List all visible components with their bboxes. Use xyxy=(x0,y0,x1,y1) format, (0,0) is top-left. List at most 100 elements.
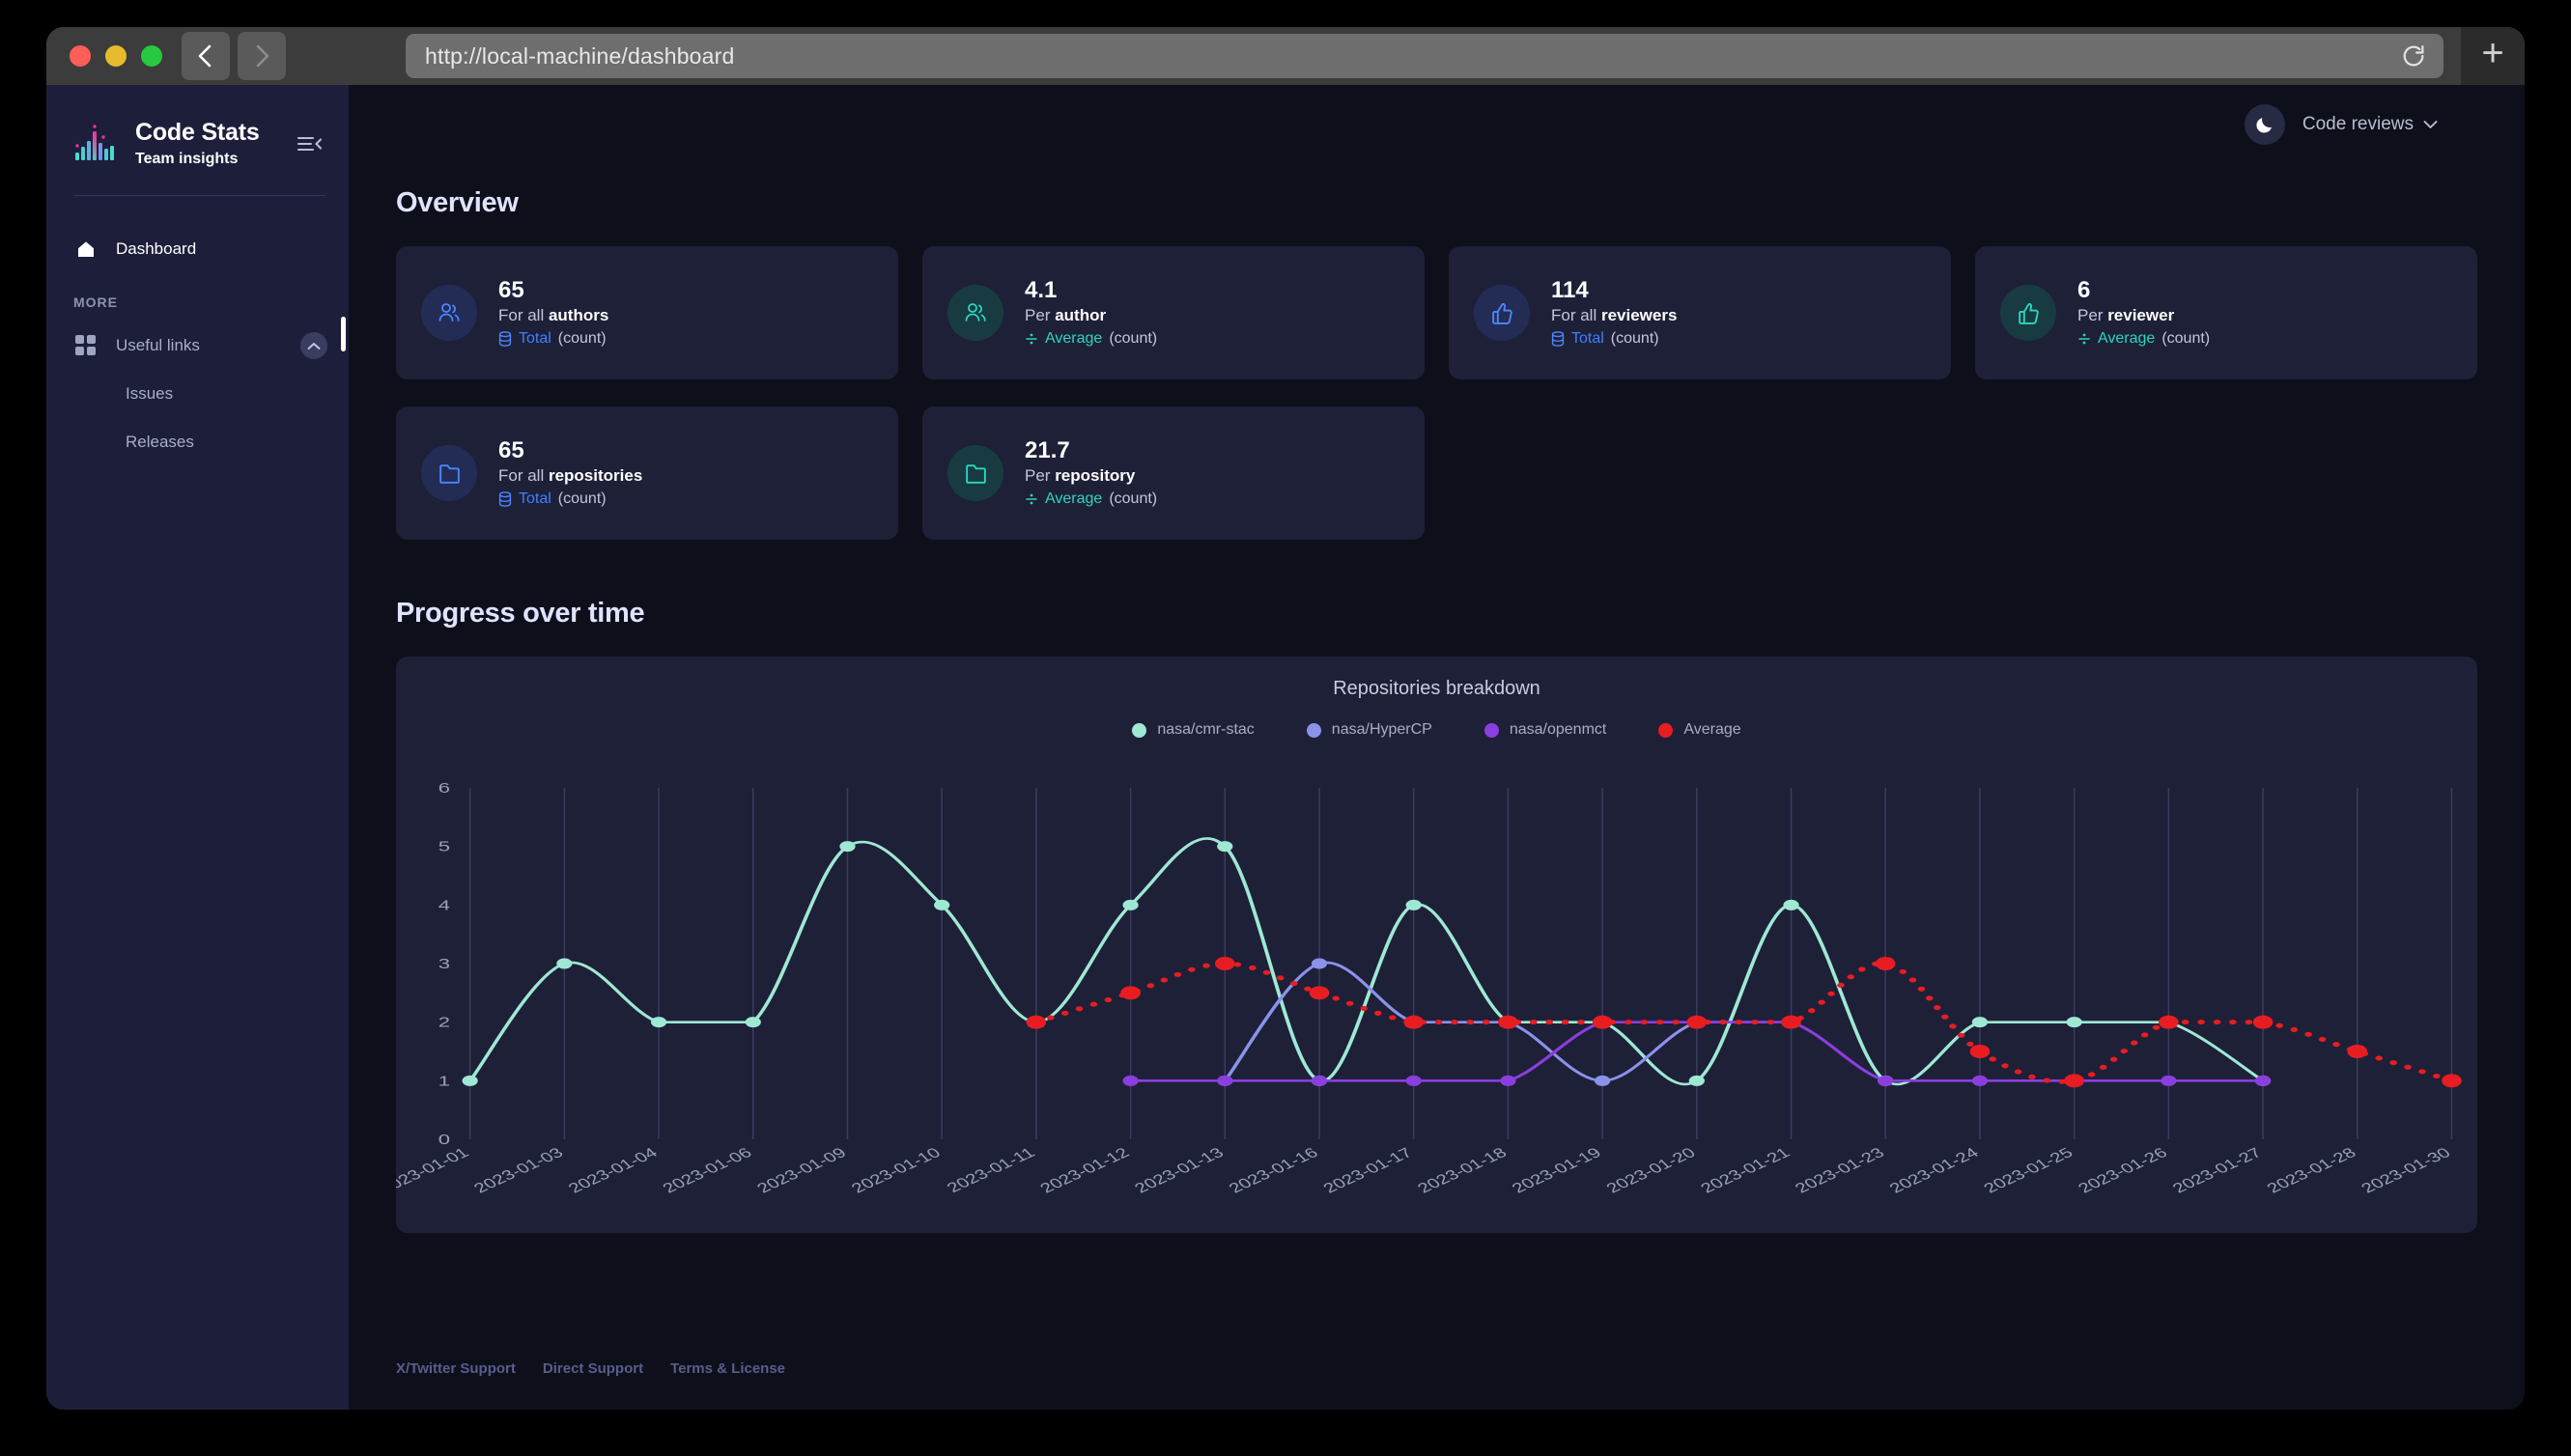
stat-card-repositories-total[interactable]: 65 For all repositories xyxy=(396,406,898,540)
sidebar-scrollbar[interactable] xyxy=(341,317,346,351)
chart-gridlines xyxy=(470,788,2452,1139)
database-icon xyxy=(1551,331,1565,347)
legend-label: Average xyxy=(1683,721,1740,739)
address-bar[interactable]: http://local-machine/dashboard xyxy=(406,34,2444,78)
footer-link-direct-support[interactable]: Direct Support xyxy=(543,1360,643,1377)
divide-icon-svg xyxy=(1025,491,1038,507)
legend-item[interactable]: nasa/cmr-stac xyxy=(1132,721,1254,739)
legend-item[interactable]: nasa/openmct xyxy=(1484,721,1607,739)
chart-data-point[interactable] xyxy=(1781,1016,1801,1029)
brand-text: Code Stats Team insights xyxy=(135,120,295,167)
stat-card-authors-total[interactable]: 65 For all authors xyxy=(396,246,898,379)
chart-data-point[interactable] xyxy=(2442,1074,2462,1087)
stat-meta-kind: Total xyxy=(1571,330,1604,348)
legend-item[interactable]: Average xyxy=(1658,721,1740,739)
sidebar-item-dashboard-label: Dashboard xyxy=(116,239,196,259)
chart-data-point[interactable] xyxy=(2347,1045,2367,1058)
chart-data-point[interactable] xyxy=(1593,1016,1613,1029)
sidebar-item-releases[interactable]: Releases xyxy=(46,418,349,466)
legend-item[interactable]: nasa/HyperCP xyxy=(1307,721,1432,739)
stat-meta-kind: Average xyxy=(1045,490,1102,508)
chart-data-point[interactable] xyxy=(934,900,949,910)
chart-data-point[interactable] xyxy=(1878,1076,1893,1086)
forward-button[interactable] xyxy=(238,32,286,80)
theme-toggle-button[interactable] xyxy=(2245,104,2285,145)
chart-data-point[interactable] xyxy=(1403,1016,1424,1029)
chart-data-point[interactable] xyxy=(1687,1016,1708,1029)
chart-data-point[interactable] xyxy=(2255,1076,2271,1086)
chart-plot-area[interactable]: 0123456 2023-01-012023-01-032023-01-0420… xyxy=(396,774,2477,1228)
divide-icon xyxy=(1025,491,1038,507)
chart-data-point[interactable] xyxy=(1122,1076,1138,1086)
sidebar-item-dashboard[interactable]: Dashboard xyxy=(46,225,349,273)
chart-data-point[interactable] xyxy=(839,841,855,852)
stat-meta-unit: (count) xyxy=(1109,490,1157,508)
home-icon-svg xyxy=(74,238,98,261)
chart-data-point[interactable] xyxy=(1406,1076,1422,1086)
collapse-sidebar-icon xyxy=(297,134,322,154)
stat-card-reviewers-total[interactable]: 114 For all reviewers xyxy=(1449,246,1951,379)
chart-data-point[interactable] xyxy=(1027,1016,1047,1029)
new-tab-button[interactable]: + xyxy=(2461,27,2525,85)
stat-meta: Average (count) xyxy=(1025,330,1157,348)
stat-card-body: 6 Per reviewer xyxy=(2077,278,2210,347)
reload-icon xyxy=(2400,42,2427,70)
stat-desc-bold: reviewers xyxy=(1601,306,1677,324)
chart-data-point[interactable] xyxy=(2064,1074,2084,1087)
chart-data-point[interactable] xyxy=(651,1017,666,1027)
chart-data-point[interactable] xyxy=(463,1076,478,1086)
stat-card-reviewer-average[interactable]: 6 Per reviewer xyxy=(1975,246,2477,379)
useful-links-toggle[interactable] xyxy=(300,332,327,359)
stat-card-body: 65 For all authors xyxy=(498,278,608,347)
chart-data-point[interactable] xyxy=(556,959,572,969)
new-tab-label: + xyxy=(2481,34,2503,72)
stat-description: For all repositories xyxy=(498,467,642,486)
footer-link-terms-license[interactable]: Terms & License xyxy=(670,1360,785,1377)
collapse-sidebar-button[interactable] xyxy=(295,129,324,158)
chart-data-point[interactable] xyxy=(1312,959,1327,969)
stat-description: Per author xyxy=(1025,307,1157,325)
chart-x-tick-label: 2023-01-24 xyxy=(1885,1144,1983,1195)
database-icon-svg xyxy=(1551,331,1565,347)
chart-data-point[interactable] xyxy=(1689,1076,1705,1086)
chart-data-point[interactable] xyxy=(1876,957,1896,970)
sidebar-item-issues[interactable]: Issues xyxy=(46,370,349,418)
maximize-window-button[interactable] xyxy=(141,45,162,67)
chart-data-point[interactable] xyxy=(1120,986,1141,999)
sidebar-item-useful-links-label: Useful links xyxy=(116,336,200,355)
chart-data-point[interactable] xyxy=(1122,900,1138,910)
chart-data-point[interactable] xyxy=(1217,841,1232,852)
chart-data-point[interactable] xyxy=(1498,1016,1518,1029)
stat-card-author-average[interactable]: 4.1 Per author xyxy=(922,246,1425,379)
chart-data-point[interactable] xyxy=(1310,986,1330,999)
chart-data-point[interactable] xyxy=(1500,1076,1515,1086)
chart-data-point[interactable] xyxy=(2161,1076,2176,1086)
chart-data-point[interactable] xyxy=(1970,1045,1991,1058)
code-reviews-dropdown[interactable]: Code reviews xyxy=(2303,114,2438,135)
chart-y-tick-label: 3 xyxy=(438,956,450,972)
chart-data-point[interactable] xyxy=(1972,1017,1988,1027)
chart-legend: nasa/cmr-stac nasa/HyperCP nasa/openmct xyxy=(396,721,2477,739)
footer-link-twitter-support[interactable]: X/Twitter Support xyxy=(396,1360,516,1377)
back-button[interactable] xyxy=(182,32,230,80)
chart-data-point[interactable] xyxy=(1972,1076,1988,1086)
chart-data-point[interactable] xyxy=(1783,900,1798,910)
chart-data-point[interactable] xyxy=(2159,1016,2179,1029)
sidebar-item-useful-links[interactable]: Useful links xyxy=(46,322,349,370)
chart-data-point[interactable] xyxy=(1215,957,1235,970)
close-window-button[interactable] xyxy=(70,45,91,67)
chart-data-point[interactable] xyxy=(1312,1076,1327,1086)
chart-data-point[interactable] xyxy=(2067,1017,2082,1027)
chart-data-point[interactable] xyxy=(1406,900,1422,910)
stat-desc-bold: authors xyxy=(549,306,608,324)
reload-button[interactable] xyxy=(2397,40,2430,72)
chart-data-point[interactable] xyxy=(2253,1016,2274,1029)
minimize-window-button[interactable] xyxy=(105,45,127,67)
chart-data-point[interactable] xyxy=(1595,1076,1610,1086)
chart-x-tick-label: 2023-01-10 xyxy=(847,1144,945,1195)
divide-icon-svg xyxy=(2077,331,2091,347)
brand-header: Code Stats Team insights xyxy=(46,85,349,176)
chart-data-point[interactable] xyxy=(1217,1076,1232,1086)
stat-card-repository-average[interactable]: 21.7 Per repository xyxy=(922,406,1425,540)
chart-data-point[interactable] xyxy=(746,1017,761,1027)
